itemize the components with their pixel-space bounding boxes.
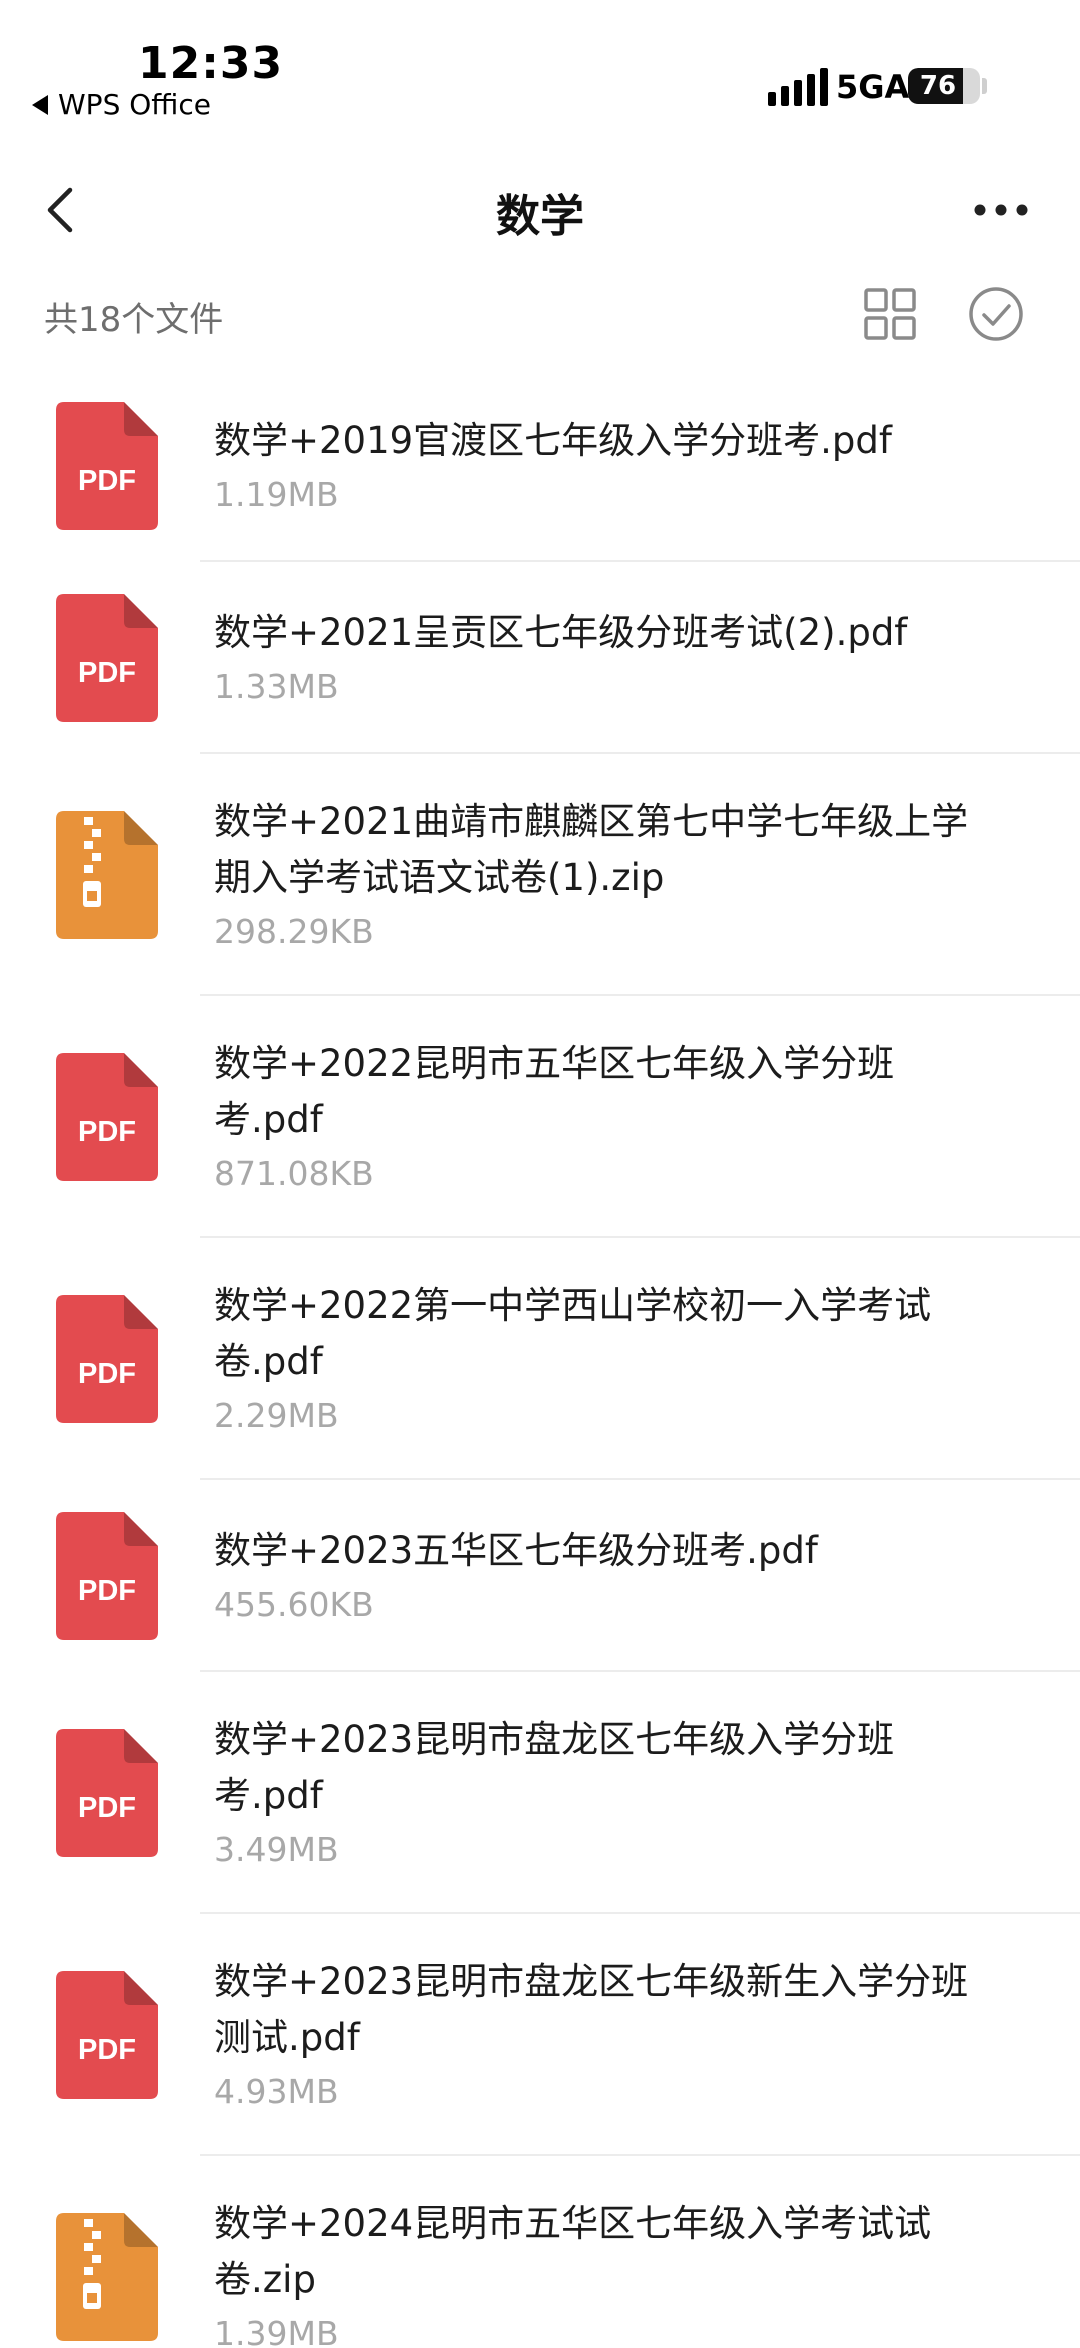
pdf-icon-label: PDF [78,657,136,689]
file-browser-screen: 12:33 WPS Office 5GA 76 数学 共18个文件 PDF 数学… [0,0,1080,2348]
pdf-icon-label: PDF [78,1792,136,1824]
zip-file-icon [56,2213,158,2341]
file-name: 数学+2021呈贡区七年级分班考试(2).pdf [214,611,908,654]
file-size: 2.29MB [214,1396,339,1435]
file-size: 455.60KB [214,1585,374,1624]
pdf-file-icon: PDF [56,1295,158,1423]
status-bar: 12:33 WPS Office 5GA 76 [0,0,1080,140]
file-row[interactable]: PDF 数学+2022第一中学西山学校初一入学考试 卷.pdf 2.29MB [0,1238,1080,1480]
file-text: 数学+2023昆明市盘龙区七年级入学分班 考.pdf 3.49MB [214,1712,1040,1874]
back-triangle-icon [32,94,48,115]
file-row[interactable]: 数学+2021曲靖市麒麟区第七中学七年级上学 期入学考试语文试卷(1).zip 2… [0,754,1080,996]
file-row[interactable]: 数学+2024昆明市五华区七年级入学考试试 卷.zip 1.39MB [0,2156,1080,2348]
file-text: 数学+2023昆明市盘龙区七年级新生入学分班 测试.pdf 4.93MB [214,1954,1040,2116]
cellular-signal-icon [768,66,828,106]
zip-file-icon [56,811,158,939]
pdf-icon-label: PDF [78,2034,136,2066]
file-text: 数学+2019官渡区七年级入学分班考.pdf 1.19MB [214,413,1040,519]
file-size: 1.19MB [214,475,339,514]
file-text: 数学+2022昆明市五华区七年级入学分班 考.pdf 871.08KB [214,1036,1040,1198]
file-size: 1.33MB [214,667,339,706]
file-size: 3.49MB [214,1830,339,1869]
back-app-label: WPS Office [58,88,211,121]
pdf-icon-label: PDF [78,1575,136,1607]
pdf-file-icon: PDF [56,1729,158,1857]
file-list: PDF 数学+2019官渡区七年级入学分班考.pdf 1.19MB PDF 数学+202… [0,370,1080,2348]
file-text: 数学+2022第一中学西山学校初一入学考试 卷.pdf 2.29MB [214,1278,1040,1440]
list-toolbar: 共18个文件 [0,280,1080,352]
pdf-icon-label: PDF [78,465,136,497]
file-row[interactable]: PDF 数学+2023昆明市盘龙区七年级新生入学分班 测试.pdf 4.93MB [0,1914,1080,2156]
pdf-icon-label: PDF [78,1358,136,1390]
status-time: 12:33 [138,38,284,89]
file-text: 数学+2021曲靖市麒麟区第七中学七年级上学 期入学考试语文试卷(1).zip 2… [214,794,1040,956]
file-row[interactable]: PDF 数学+2022昆明市五华区七年级入学分班 考.pdf 871.08KB [0,996,1080,1238]
file-size: 298.29KB [214,912,374,951]
network-type: 5GA [836,68,910,106]
file-size: 871.08KB [214,1154,374,1193]
file-row[interactable]: PDF 数学+2021呈贡区七年级分班考试(2).pdf 1.33MB [0,562,1080,754]
pdf-file-icon: PDF [56,1971,158,2099]
nav-header: 数学 [0,150,1080,270]
battery-cap [982,78,987,94]
grid-view-button[interactable] [862,286,918,342]
file-text: 数学+2024昆明市五华区七年级入学考试试 卷.zip 1.39MB [214,2196,1040,2348]
file-row[interactable]: PDF 数学+2023五华区七年级分班考.pdf 455.60KB [0,1480,1080,1672]
more-dots-icon [974,204,1028,216]
pdf-file-icon: PDF [56,402,158,530]
pdf-icon-label: PDF [78,1116,136,1148]
battery-percent: 76 [919,71,957,101]
more-button[interactable] [966,180,1036,240]
file-count-label: 共18个文件 [44,300,224,340]
grid-view-icon [864,288,916,340]
file-name: 数学+2023昆明市盘龙区七年级新生入学分班 测试.pdf [214,1960,969,2059]
pdf-file-icon: PDF [56,1512,158,1640]
pdf-file-icon: PDF [56,1053,158,1181]
file-size: 1.39MB [214,2314,339,2348]
file-name: 数学+2023昆明市盘龙区七年级入学分班 考.pdf [214,1718,895,1817]
back-to-app-link[interactable]: WPS Office [32,88,211,121]
file-text: 数学+2021呈贡区七年级分班考试(2).pdf 1.33MB [214,605,1040,711]
file-name: 数学+2023五华区七年级分班考.pdf [214,1529,818,1572]
pdf-file-icon: PDF [56,594,158,722]
file-name: 数学+2021曲靖市麒麟区第七中学七年级上学 期入学考试语文试卷(1).zip [214,800,969,899]
check-circle-icon [969,287,1023,341]
battery-icon: 76 [908,68,980,104]
file-name: 数学+2024昆明市五华区七年级入学考试试 卷.zip [214,2202,932,2301]
file-text: 数学+2023五华区七年级分班考.pdf 455.60KB [214,1523,1040,1629]
file-size: 4.93MB [214,2072,339,2111]
file-row[interactable]: PDF 数学+2019官渡区七年级入学分班考.pdf 1.19MB [0,370,1080,562]
page-title: 数学 [496,191,584,242]
file-name: 数学+2019官渡区七年级入学分班考.pdf [214,419,892,462]
file-name: 数学+2022第一中学西山学校初一入学考试 卷.pdf [214,1284,932,1383]
file-name: 数学+2022昆明市五华区七年级入学分班 考.pdf [214,1042,895,1141]
multi-select-button[interactable] [966,284,1026,344]
file-row[interactable]: PDF 数学+2023昆明市盘龙区七年级入学分班 考.pdf 3.49MB [0,1672,1080,1914]
